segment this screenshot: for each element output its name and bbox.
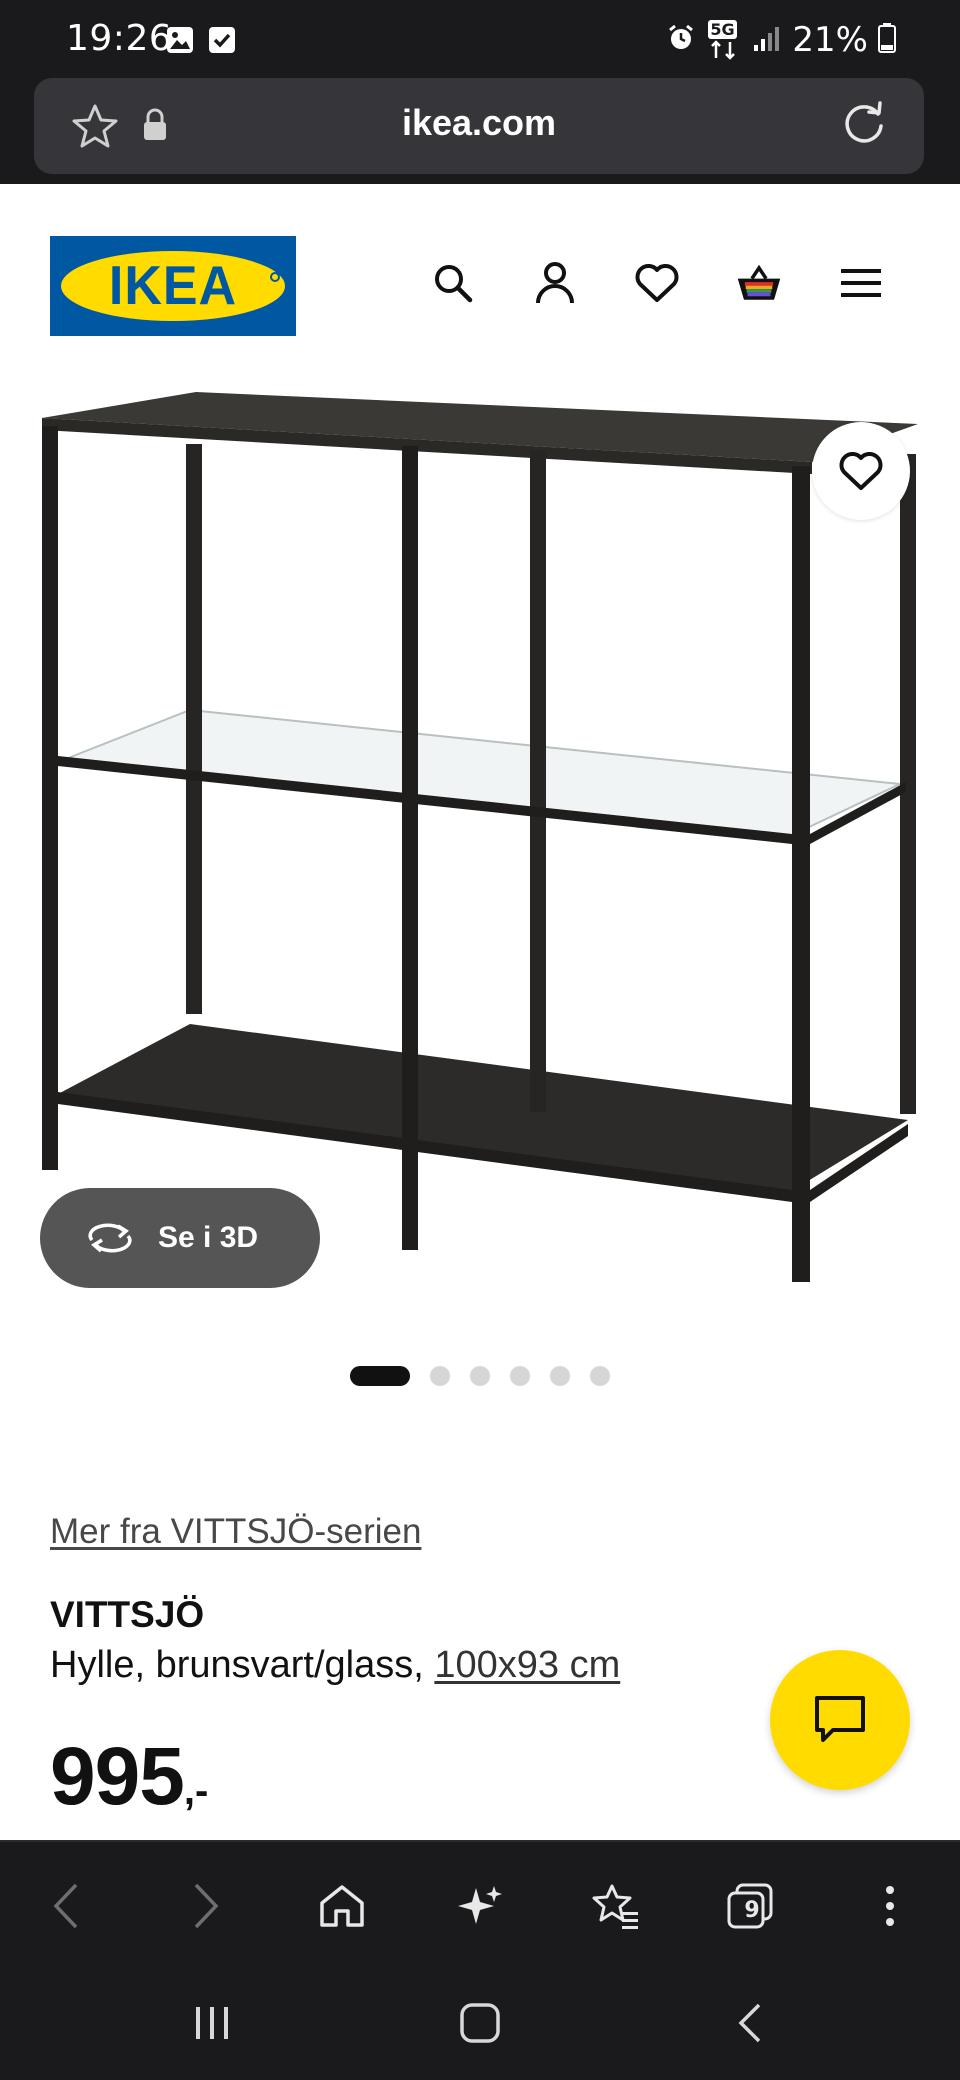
- chat-button[interactable]: [770, 1650, 910, 1790]
- carousel-dot-6[interactable]: [590, 1366, 610, 1386]
- cart-icon[interactable]: [736, 260, 782, 306]
- price-amount: 995: [50, 1731, 185, 1822]
- account-icon[interactable]: [532, 260, 578, 306]
- product-name: VITTSJÖ: [50, 1594, 205, 1635]
- signal-icon: [752, 23, 782, 58]
- url-text[interactable]: ikea.com: [34, 102, 924, 144]
- carousel-dot-4[interactable]: [510, 1366, 530, 1386]
- dimensions-link[interactable]: 100x93 cm: [434, 1644, 620, 1686]
- browser-bottom-toolbar: 9: [0, 1840, 960, 1962]
- logo-text: IKEA: [108, 255, 238, 317]
- 5g-icon: 5G: [706, 20, 742, 60]
- price-suffix: ,-: [183, 1769, 209, 1813]
- view-3d-button[interactable]: Se i 3D: [40, 1188, 320, 1288]
- chat-icon: [815, 1696, 865, 1742]
- logo-oval: IKEA: [61, 251, 285, 321]
- battery-level: 21%: [792, 20, 868, 60]
- alarm-icon: [666, 23, 696, 58]
- price: 995,-: [50, 1730, 208, 1824]
- back-icon[interactable]: [38, 1878, 94, 1934]
- battery-icon: [878, 22, 896, 58]
- rotate-3d-icon: [88, 1223, 132, 1253]
- image-carousel-indicator: [0, 1366, 960, 1386]
- reload-icon[interactable]: [838, 98, 890, 155]
- carousel-dot-3[interactable]: [470, 1366, 490, 1386]
- carousel-dot-2[interactable]: [430, 1366, 450, 1386]
- back-nav-icon[interactable]: [720, 1998, 780, 2048]
- ikea-logo[interactable]: IKEA: [50, 236, 296, 336]
- tabs-icon[interactable]: 9: [722, 1878, 778, 1934]
- series-link[interactable]: Mer fra VITTSJÖ-serien: [50, 1512, 421, 1552]
- checkbox-icon: [208, 26, 236, 59]
- status-bar: 19:26 5G 21%: [0, 0, 960, 80]
- system-nav-bar: [0, 1962, 960, 2080]
- more-icon[interactable]: [862, 1878, 918, 1934]
- heart-icon: [839, 452, 883, 490]
- site-header: IKEA: [0, 184, 960, 374]
- home-icon[interactable]: [314, 1878, 370, 1934]
- wishlist-icon[interactable]: [634, 260, 680, 306]
- header-icons: [430, 260, 884, 306]
- carousel-dot-5[interactable]: [550, 1366, 570, 1386]
- product-description-text: Hylle, brunsvart/glass,: [50, 1644, 435, 1686]
- home-nav-icon[interactable]: [450, 1998, 510, 2048]
- network-type: 5G: [708, 20, 737, 39]
- url-bar[interactable]: ikea.com: [34, 78, 924, 174]
- status-icons-left: [166, 26, 236, 59]
- status-icons-right: 5G 21%: [666, 20, 896, 60]
- view-3d-label: Se i 3D: [158, 1221, 259, 1254]
- tab-count: 9: [744, 1898, 760, 1923]
- sparkle-icon[interactable]: [452, 1878, 508, 1934]
- recent-apps-icon[interactable]: [182, 1998, 242, 2048]
- product-description: Hylle, brunsvart/glass, 100x93 cm: [50, 1644, 620, 1687]
- menu-icon[interactable]: [838, 260, 884, 306]
- gallery-icon: [166, 26, 194, 59]
- carousel-dot-1[interactable]: [350, 1366, 410, 1386]
- add-to-favorites-button[interactable]: [812, 422, 910, 520]
- status-time: 19:26: [66, 18, 173, 59]
- search-icon[interactable]: [430, 260, 476, 306]
- registered-mark: [270, 272, 280, 282]
- bookmarks-icon[interactable]: [588, 1878, 644, 1934]
- product-image[interactable]: Se i 3D: [0, 374, 960, 1334]
- forward-icon[interactable]: [178, 1878, 234, 1934]
